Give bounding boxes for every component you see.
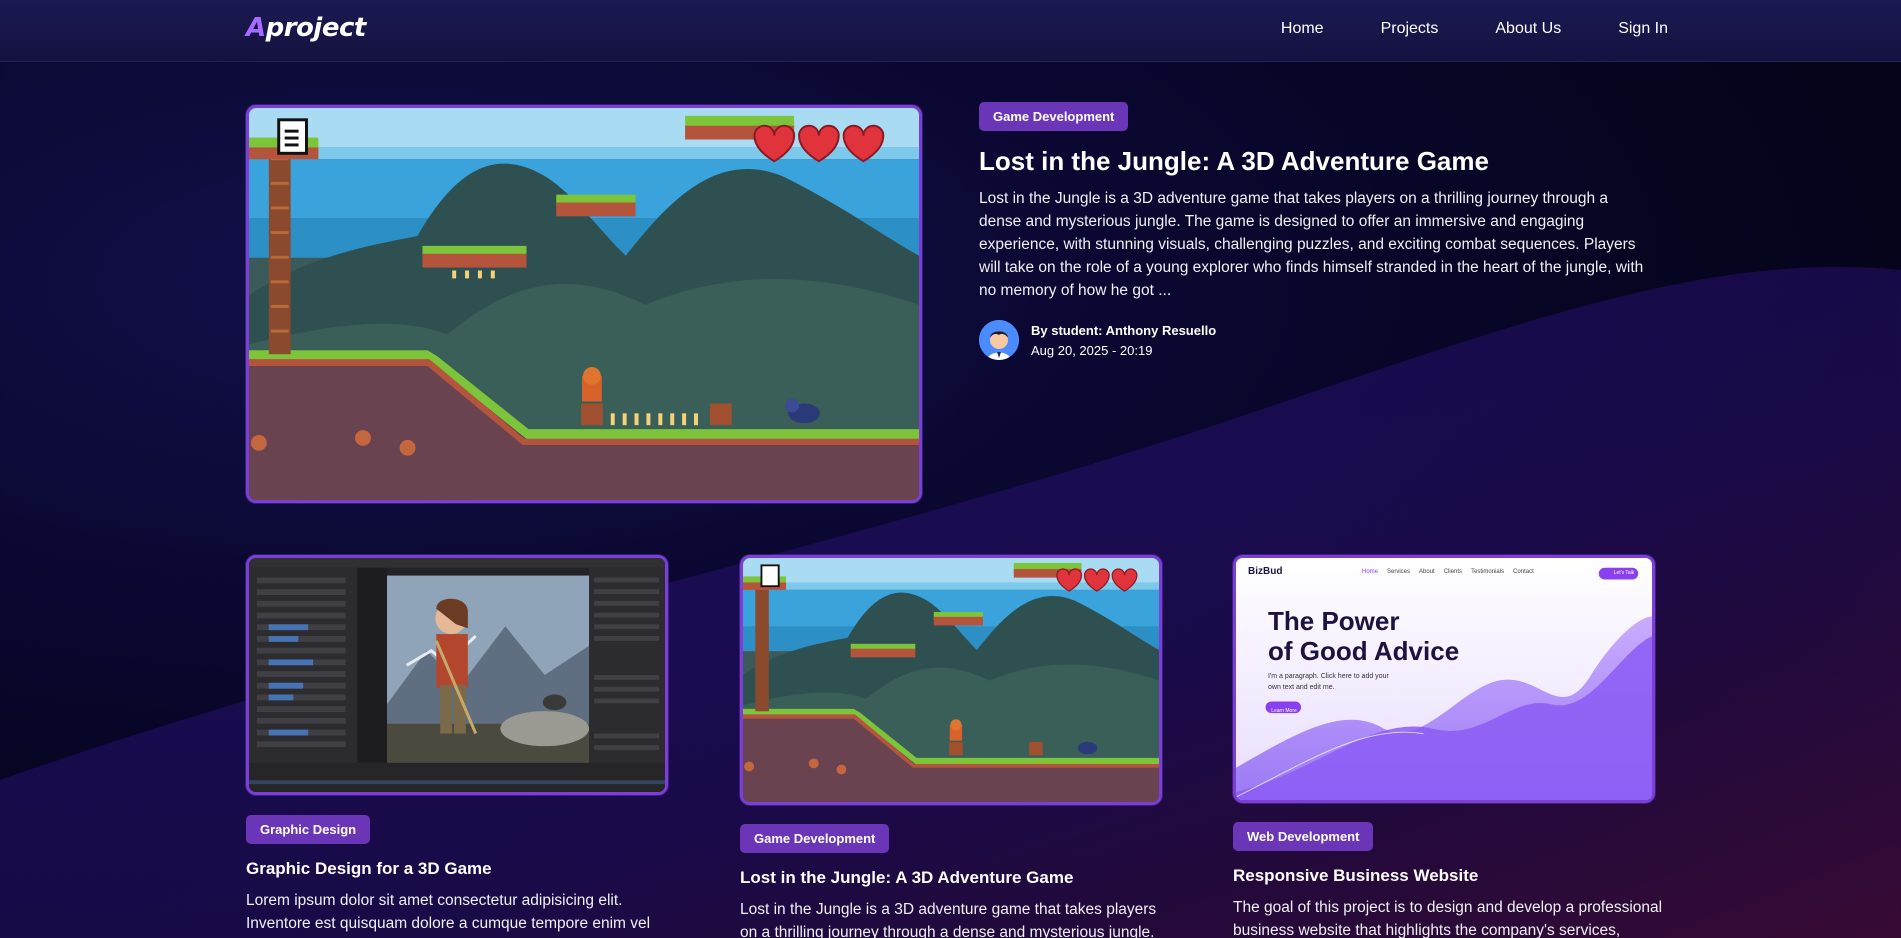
featured-title[interactable]: Lost in the Jungle: A 3D Adventure Game [979,146,1489,177]
featured-author: By student: Anthony Resuello Aug 20, 202… [979,320,1216,360]
featured-project-image[interactable] [246,105,922,503]
card-image-game-development[interactable] [740,555,1162,805]
mockup-paragraph-2: own text and edit me. [1268,684,1335,691]
card-2-description: Lost in the Jungle is a 3D adventure gam… [740,901,1157,938]
mockup-nav-services: Services [1387,569,1411,575]
card-2-category-badge[interactable]: Game Development [740,824,890,853]
card-image-web-development[interactable]: BizBud Home Services About Clients Testi… [1233,555,1655,803]
nav-menu: Home Projects About Us Sign In [1281,20,1668,38]
jungle-game-illustration [249,108,919,500]
mockup-brand: BizBud [1248,566,1283,577]
mockup-nav-about: About [1419,569,1435,575]
top-navbar: Aproject Home Projects About Us Sign In [0,0,1901,62]
card-3-category-badge[interactable]: Web Development [1233,822,1374,851]
mockup-nav-contact: Contact [1513,569,1534,575]
author-name: By student: Anthony Resuello [1031,322,1217,338]
author-avatar [979,320,1019,360]
nav-link-projects[interactable]: Projects [1381,20,1439,38]
mockup-paragraph-1: I'm a paragraph. Click here to add your [1268,673,1389,680]
card-3-title[interactable]: Responsive Business Website [1233,866,1478,886]
card-2-title[interactable]: Lost in the Jungle: A 3D Adventure Game [740,868,1073,888]
blender-screenshot-illustration [249,558,665,792]
card-1-description: Lorem ipsum dolor sit amet consectetur a… [246,892,651,932]
mockup-headline-1: The Power [1268,606,1400,636]
mockup-nav-home: Home [1362,569,1379,575]
featured-category-badge[interactable]: Game Development [979,102,1129,131]
card-image-graphic-design[interactable] [246,555,668,795]
card-1-title[interactable]: Graphic Design for a 3D Game [246,859,492,879]
post-date: Aug 20, 2025 - 20:19 [1031,342,1153,358]
featured-description: Lost in the Jungle is a 3D adventure gam… [979,190,1644,299]
card-3-description: The goal of this project is to design an… [1233,899,1663,938]
mockup-cta: Let's Talk [1613,570,1635,576]
nav-link-sign-in[interactable]: Sign In [1618,20,1668,38]
mockup-nav: Home Services About Clients Testimonials… [1362,569,1534,575]
mockup-nav-clients: Clients [1443,569,1463,575]
mockup-nav-testimonials: Testimonials [1471,569,1505,575]
mockup-learn-more: Learn More [1271,708,1297,714]
nav-link-about-us[interactable]: About Us [1495,20,1561,38]
site-logo[interactable]: Aproject [246,13,366,43]
card-1-category-badge[interactable]: Graphic Design [246,815,371,844]
nav-link-home[interactable]: Home [1281,20,1324,38]
jungle-game-illustration [743,558,1159,802]
mockup-headline-2: of Good Advice [1268,636,1460,666]
